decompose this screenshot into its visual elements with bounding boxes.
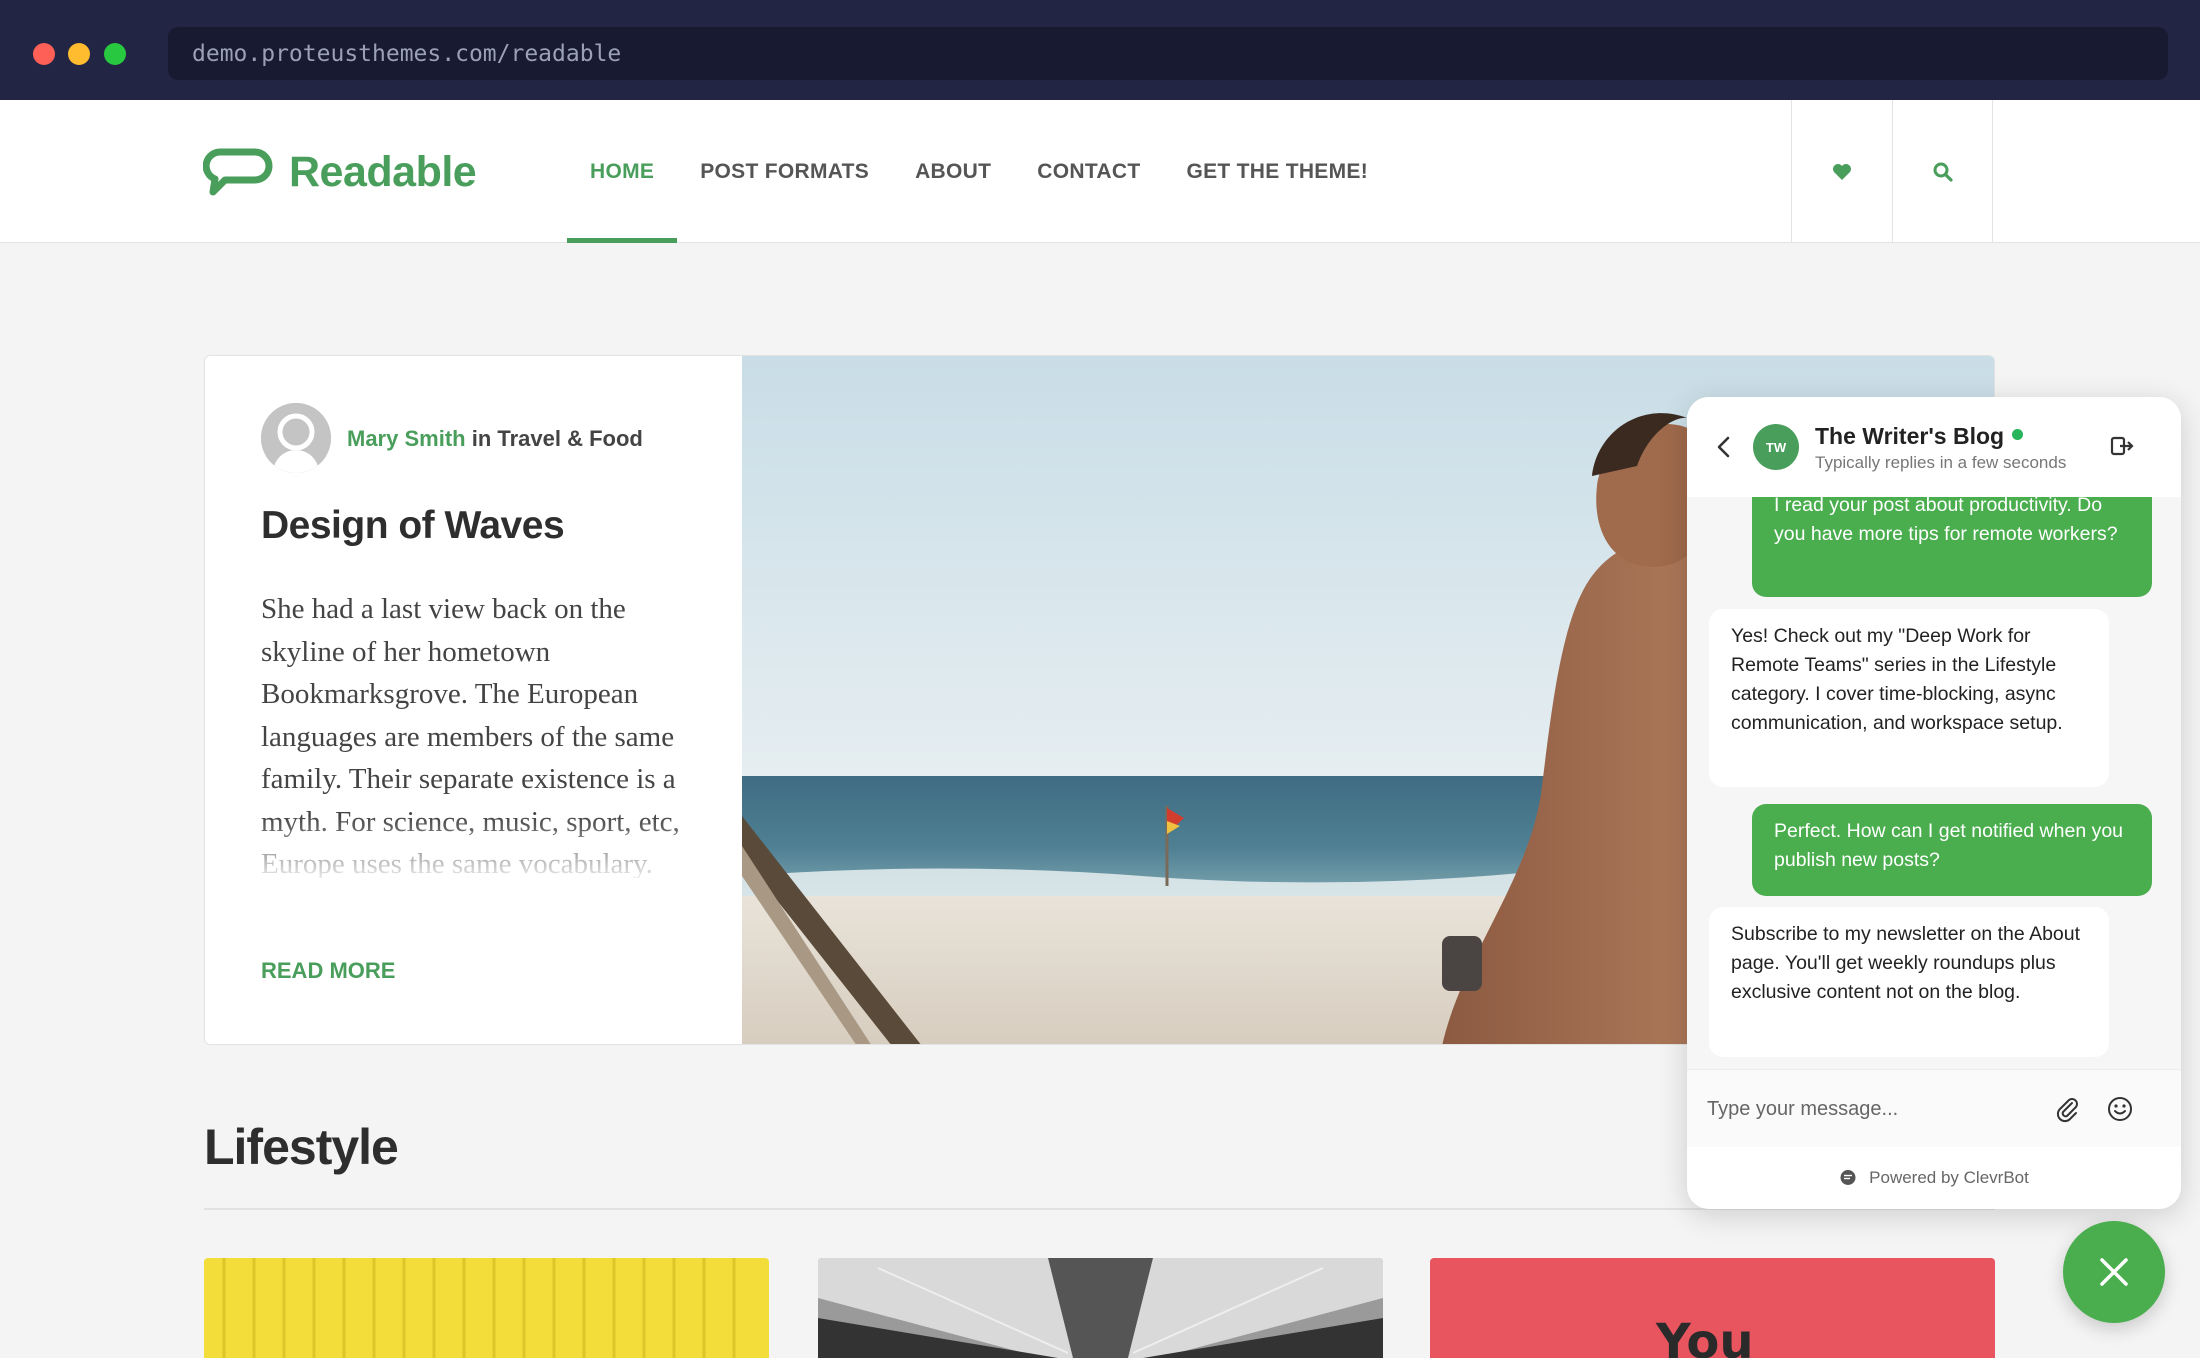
chat-title-text: The Writer's Blog — [1815, 423, 2005, 449]
author-avatar — [261, 403, 331, 473]
site-logo[interactable]: Readable — [203, 144, 477, 200]
chat-message-input[interactable] — [1707, 1088, 2037, 1130]
browser-chrome: demo.proteusthemes.com/readable — [0, 0, 2200, 100]
chat-header: TW The Writer's Blog Typically replies i… — [1687, 397, 2181, 497]
close-icon — [2100, 1258, 2128, 1286]
maximize-window-button[interactable] — [104, 43, 126, 65]
chat-message-bot: Yes! Check out my "Deep Work for Remote … — [1709, 609, 2109, 787]
yellow-wall-photo — [204, 1258, 769, 1358]
close-chat-button[interactable] — [2063, 1221, 2165, 1323]
minimize-window-button[interactable] — [68, 43, 90, 65]
address-bar[interactable]: demo.proteusthemes.com/readable — [168, 27, 2168, 80]
post-category-link[interactable]: Travel & Food — [497, 426, 642, 451]
site-logo-text: Readable — [289, 147, 477, 196]
paperclip-icon[interactable] — [2052, 1094, 2082, 1124]
powered-by-text: Powered by ClevrBot — [1869, 1168, 2029, 1187]
chat-footer: Powered by ClevrBot — [1687, 1147, 2181, 1209]
chat-title: The Writer's Blog — [1815, 423, 2024, 450]
search-button[interactable] — [1892, 100, 1993, 243]
lifestyle-post-thumb-1[interactable] — [204, 1258, 769, 1358]
user-silhouette-icon — [261, 403, 331, 473]
emoji-icon[interactable] — [2105, 1094, 2135, 1124]
post-meta-in: in — [465, 426, 498, 451]
read-more-link[interactable]: READ MORE — [261, 958, 395, 984]
search-icon — [1933, 162, 1953, 182]
featured-post-content: Mary Smith in Travel & Food Design of Wa… — [205, 356, 742, 1044]
chat-avatar: TW — [1753, 424, 1799, 470]
online-status-dot — [2012, 429, 2024, 440]
nav-post-formats[interactable]: POST FORMATS — [677, 100, 892, 243]
chat-status: Typically replies in a few seconds — [1815, 453, 2067, 472]
nav-contact[interactable]: CONTACT — [1014, 100, 1163, 243]
close-window-button[interactable] — [33, 43, 55, 65]
section-title-lifestyle: Lifestyle — [204, 1119, 399, 1175]
speech-bubble-logo-icon — [203, 148, 273, 196]
chat-widget: TW The Writer's Blog Typically replies i… — [1687, 397, 2181, 1209]
chevron-left-icon[interactable] — [1709, 432, 1739, 462]
post-title[interactable]: Design of Waves — [261, 504, 565, 548]
site-header: Readable HOME POST FORMATS ABOUT CONTACT… — [0, 100, 2200, 243]
chat-message-user: I read your post about productivity. Do … — [1752, 497, 2152, 597]
lifestyle-post-thumb-2[interactable] — [818, 1258, 1383, 1358]
nav-about[interactable]: ABOUT — [892, 100, 1014, 243]
excerpt-fade — [261, 816, 711, 886]
chat-message-user: Perfect. How can I get notified when you… — [1752, 804, 2152, 896]
thumb-3-text: You — [1655, 1314, 1754, 1358]
heart-icon — [1833, 163, 1851, 180]
main-nav: HOME POST FORMATS ABOUT CONTACT GET THE … — [567, 100, 1391, 243]
red-wall-photo: You — [1430, 1258, 1995, 1358]
favorites-button[interactable] — [1791, 100, 1892, 243]
nav-home[interactable]: HOME — [567, 100, 678, 243]
post-author-link[interactable]: Mary Smith — [347, 426, 466, 451]
exit-icon[interactable] — [2107, 431, 2137, 461]
tunnel-photo — [818, 1258, 1383, 1358]
address-bar-url: demo.proteusthemes.com/readable — [192, 41, 622, 67]
chat-message-bot: Subscribe to my newsletter on the About … — [1709, 907, 2109, 1057]
post-meta: Mary Smith in Travel & Food — [347, 426, 643, 452]
nav-get-the-theme[interactable]: GET THE THEME! — [1163, 100, 1391, 243]
lifestyle-post-thumb-3[interactable]: You — [1430, 1258, 1995, 1358]
chat-messages[interactable]: I read your post about productivity. Do … — [1687, 497, 2181, 1069]
chat-bubble-icon — [1840, 1170, 1856, 1185]
chat-input-bar — [1687, 1069, 2181, 1147]
